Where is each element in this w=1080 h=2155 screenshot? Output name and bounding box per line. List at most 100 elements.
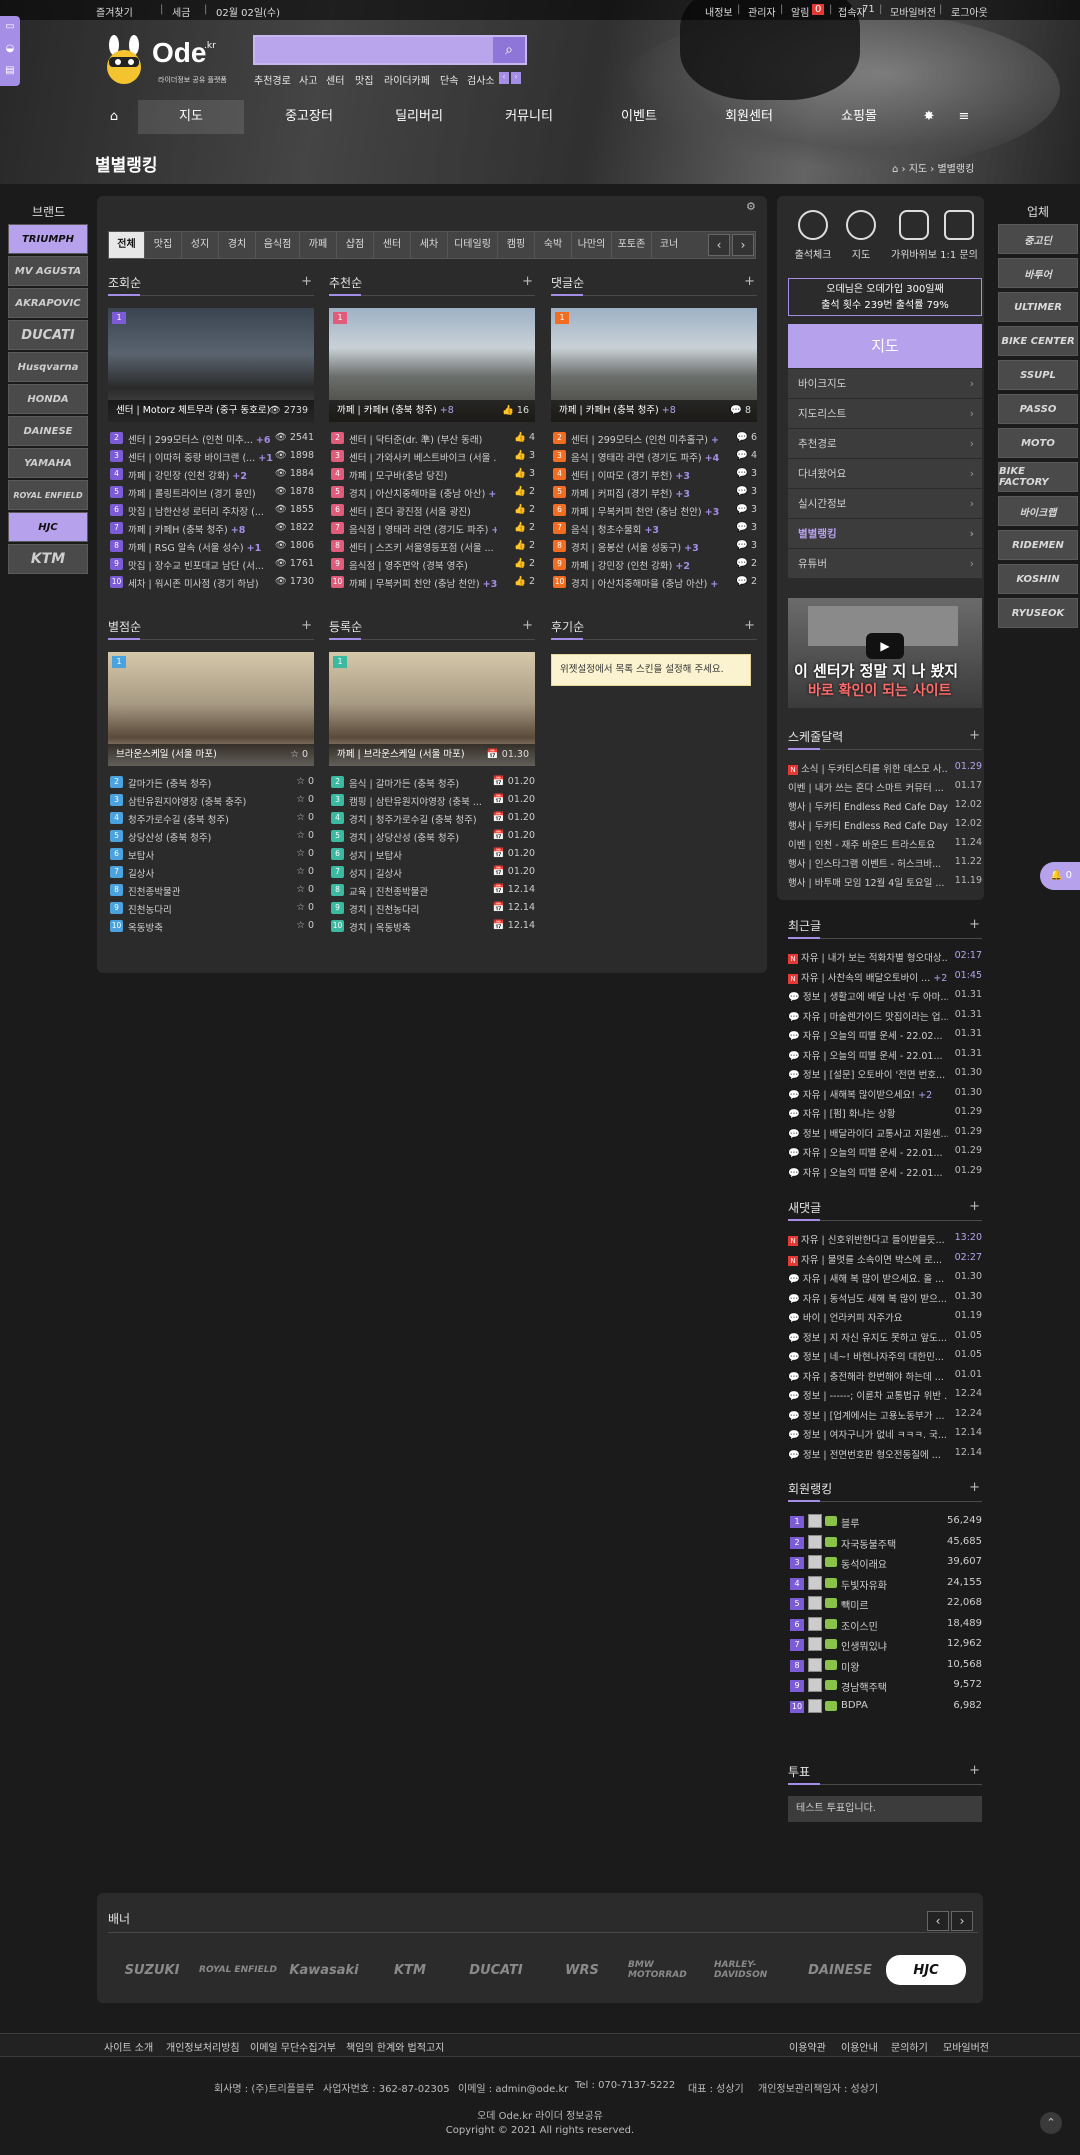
list-item[interactable]: 7 음식점 | 영태라 라면 (경기도 파주) +4 👍 2: [329, 520, 535, 537]
tab-category[interactable]: 포토존: [612, 232, 652, 258]
list-item[interactable]: 2 센터 | 닥터준(dr. 準) (부산 동래) 👍 4: [329, 430, 535, 447]
list-item[interactable]: 10 경치 | 옥동방축 📅 12.14: [329, 918, 535, 935]
member-row[interactable]: 8 미왕 10,568: [788, 1656, 982, 1676]
list-item[interactable]: 2 센터 | 299모터스 (인천 미추... +6 👁 2541: [108, 430, 314, 447]
quick-map[interactable]: 지도: [837, 210, 885, 261]
tab-category[interactable]: 까페: [300, 232, 337, 258]
more-plus-icon[interactable]: +: [969, 1480, 980, 1495]
member-row[interactable]: 2 자국동불주택 45,685: [788, 1533, 982, 1553]
more-plus-icon[interactable]: +: [969, 728, 980, 743]
list-item[interactable]: 💬 자유 | 오늘의 띠별 운세 - 22.01... 01.29: [788, 1162, 982, 1181]
feature-thumbnail[interactable]: 1 센터 | Motorz 체트무라 (중구 동호로) 👁 2739: [108, 308, 314, 422]
keyword-prev-button[interactable]: ‹: [499, 72, 509, 84]
vendor-logo[interactable]: BIKE CENTER: [998, 326, 1078, 356]
breadcrumb-item[interactable]: 지도: [909, 164, 927, 175]
vendor-logo[interactable]: KOSHIN: [998, 564, 1078, 594]
keyword-item[interactable]: 맛집: [355, 72, 373, 87]
list-item[interactable]: 행사 | 바투매 모임 12월 4일 토요일 ... 11.19: [788, 872, 982, 891]
tab-category[interactable]: 센터: [374, 232, 411, 258]
member-row[interactable]: 5 빽미르 22,068: [788, 1594, 982, 1614]
topbar-alarm[interactable]: 알림: [791, 4, 809, 19]
side-menu-item[interactable]: 다녀왔어요: [788, 459, 982, 489]
partner-logo[interactable]: ROYAL ENFIELD: [198, 1955, 278, 1985]
list-item[interactable]: 3 캠핑 | 삼탄유원지야영장 (충북 ... 📅 01.20: [329, 792, 535, 809]
partner-logo[interactable]: HARLEY-DAVIDSON: [714, 1955, 794, 1985]
list-item[interactable]: 💬 자유 | 마술렌가이드 맛집이라는 업... 01.31: [788, 1006, 982, 1025]
vendor-logo[interactable]: PASSO: [998, 394, 1078, 424]
keyword-item[interactable]: 센터: [326, 72, 344, 87]
tab-category[interactable]: 캠핑: [498, 232, 535, 258]
list-item[interactable]: 6 보탑사 ☆ 0: [108, 846, 314, 863]
list-item[interactable]: 8 경치 | 응봉산 (서울 성동구) +3 💬 3: [551, 538, 757, 555]
list-item[interactable]: 7 음식 | 청초수물회 +3 💬 3: [551, 520, 757, 537]
video-thumbnail[interactable]: ▶ 이 센터가 정말 지 나 봤지 바로 확인이 되는 사이트: [788, 598, 982, 708]
member-row[interactable]: 3 동석이래요 39,607: [788, 1553, 982, 1573]
member-row[interactable]: 6 조이스민 18,489: [788, 1615, 982, 1635]
partner-logo[interactable]: Kawasaki: [284, 1955, 364, 1985]
tab-category[interactable]: 맛집: [145, 232, 182, 258]
keyword-item[interactable]: 검사소: [467, 72, 495, 87]
list-item[interactable]: N 자유 | 물멋를 소속이면 박스에 로... 02:27: [788, 1249, 982, 1268]
tab-all[interactable]: 전체: [109, 232, 145, 258]
vendor-logo[interactable]: ULTIMER: [998, 292, 1078, 322]
more-plus-icon[interactable]: +: [969, 1763, 980, 1778]
vendor-logo[interactable]: RIDEMEN: [998, 530, 1078, 560]
topbar-myinfo[interactable]: 내정보: [705, 4, 733, 19]
feature-thumbnail[interactable]: 1 까페 | 카페H (충북 청주) +8 👍 16: [329, 308, 535, 422]
list-item[interactable]: 6 센터 | 혼다 광진점 (서울 광진) 👍 2: [329, 502, 535, 519]
vendor-logo[interactable]: SSUPL: [998, 360, 1078, 390]
more-plus-icon[interactable]: +: [969, 1199, 980, 1214]
feature-thumbnail[interactable]: 1 까페 | 브라운스케일 (서울 마포) 📅 01.30: [329, 652, 535, 766]
list-item[interactable]: 💬 자유 | 새해복 많이받으세요! +2 01.30: [788, 1084, 982, 1103]
alarm-bell-icon[interactable]: 🔔 0: [1040, 862, 1080, 890]
list-item[interactable]: 행사 | 두카티 Endless Red Cafe Day 12.02: [788, 815, 982, 834]
list-item[interactable]: 3 센터 | 가와사키 베스트바이크 (서울 ... 👍 3: [329, 448, 535, 465]
brand-logo[interactable]: KTM: [8, 544, 88, 574]
side-menu-item[interactable]: 유튜버: [788, 549, 982, 579]
vendor-logo[interactable]: 중고딘: [998, 224, 1078, 254]
list-item[interactable]: 8 까페 | RSG 알속 (서울 성수) +1 👁 1806: [108, 538, 314, 555]
nav-event[interactable]: 이벤트: [584, 100, 694, 134]
brand-logo[interactable]: DUCATI: [8, 320, 88, 350]
list-item[interactable]: 5 경치 | 상당산성 (충북 청주) 📅 01.20: [329, 828, 535, 845]
more-plus-icon[interactable]: +: [744, 618, 755, 633]
brand-logo[interactable]: HONDA: [8, 384, 88, 414]
list-item[interactable]: 3 삼탄유원지야영장 (충북 충주) ☆ 0: [108, 792, 314, 809]
brand-logo[interactable]: DAINESE: [8, 416, 88, 446]
list-item[interactable]: 💬 자유 | 동석님도 새해 복 많이 받으... 01.30: [788, 1288, 982, 1307]
brand-logo[interactable]: TRIUMPH: [8, 224, 88, 254]
brand-logo[interactable]: MV AGUSTA: [8, 256, 88, 286]
note-icon[interactable]: ▤: [0, 60, 20, 82]
tab-category[interactable]: 숙박: [535, 232, 572, 258]
list-item[interactable]: 10 까페 | 무복커피 천안 (충남 천안) +3 👍 2: [329, 574, 535, 591]
nav-community[interactable]: 커뮤니티: [474, 100, 584, 134]
list-item[interactable]: 2 센터 | 299모터스 (인천 미추홀구) +6 💬 6: [551, 430, 757, 447]
topbar-favorites[interactable]: 즐겨찾기: [96, 4, 133, 19]
site-logo[interactable]: Ode .kr 라이더정보 공유 플랫폼: [100, 35, 240, 91]
tab-category[interactable]: 코너: [652, 232, 686, 258]
brand-logo[interactable]: Husqvarna: [8, 352, 88, 382]
list-item[interactable]: 💬 자유 | 오늘의 띠별 운세 - 22.01... 01.31: [788, 1045, 982, 1064]
topbar-mobile[interactable]: 모바일버전: [890, 4, 936, 19]
chat-icon[interactable]: ◒: [0, 38, 20, 60]
keyword-item[interactable]: 사고: [299, 72, 317, 87]
footer-link[interactable]: 이메일 무단수집거부: [250, 2039, 336, 2054]
list-item[interactable]: 4 경치 | 청주가로수길 (충북 청주) 📅 01.20: [329, 810, 535, 827]
list-item[interactable]: 💬 정보 | [업계에서는 고용노동부가 ... 12.24: [788, 1405, 982, 1424]
list-item[interactable]: N 자유 | 내가 보는 적화차별 형오대상... 02:17: [788, 947, 982, 966]
list-item[interactable]: 💬 정보 | ------; 이륜차 교통법규 위반 ... 12.24: [788, 1385, 982, 1404]
list-item[interactable]: 💬 정보 | 네~! 바현나자주의 대한민... 01.05: [788, 1346, 982, 1365]
list-item[interactable]: N 자유 | 사찬속의 배달오토바이 ... +2 01:45: [788, 967, 982, 986]
list-item[interactable]: 2 갈마가든 (충북 청주) ☆ 0: [108, 774, 314, 791]
list-item[interactable]: 7 길상사 ☆ 0: [108, 864, 314, 881]
list-item[interactable]: 3 센터 | 이따허 중랑 바이크랜 (... +1 👁 1898: [108, 448, 314, 465]
quick-game[interactable]: 가위바위보: [887, 210, 941, 261]
list-item[interactable]: 5 경치 | 아산치중해마을 (충남 아산) +2 👍 2: [329, 484, 535, 501]
list-item[interactable]: 7 까페 | 카페H (충북 청주) +8 👁 1822: [108, 520, 314, 537]
footer-link[interactable]: 문의하기: [891, 2039, 928, 2054]
side-menu-item[interactable]: 실시간정보: [788, 489, 982, 519]
vendor-logo[interactable]: MOTO: [998, 428, 1078, 458]
list-item[interactable]: 💬 정보 | 생활고에 배달 나선 '두 아마... 01.31: [788, 986, 982, 1005]
more-plus-icon[interactable]: +: [301, 274, 312, 289]
list-item[interactable]: 2 음식 | 갈마가든 (충북 청주) 📅 01.20: [329, 774, 535, 791]
